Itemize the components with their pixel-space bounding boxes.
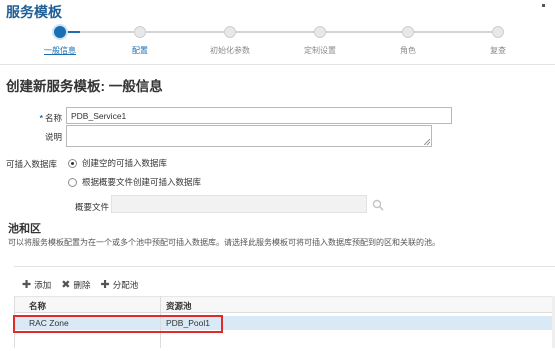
add-button[interactable]: ✚ 添加 (22, 279, 51, 291)
step-init-params[interactable]: 初始化参数 (185, 26, 275, 56)
description-textarea[interactable] (66, 125, 432, 147)
search-icon[interactable] (372, 199, 384, 211)
plus-icon: ✚ (22, 278, 32, 291)
radio-create-empty-pdb[interactable]: 创建空的可插入数据库 (68, 157, 167, 169)
window-dot (542, 4, 545, 7)
profile-label: 概要文件 (75, 202, 110, 212)
radio-button[interactable] (68, 177, 77, 187)
delete-button[interactable]: ✖ 删除 (61, 279, 90, 291)
page-title: 创建新服务模板: 一般信息 (6, 79, 163, 94)
name-input-value: PDB_Service1 (71, 111, 127, 121)
add-label: 添加 (34, 280, 52, 290)
assign-pool-button[interactable]: ✚ 分配池 (100, 279, 138, 291)
step-roles[interactable]: 角色 (363, 26, 453, 56)
step-label: 复查 (490, 46, 506, 55)
required-mark: * (39, 113, 43, 123)
table-header: 名称 资源池 (15, 296, 554, 313)
delete-label: 删除 (73, 280, 91, 290)
close-icon: ✖ (61, 278, 71, 291)
divider (14, 266, 555, 267)
page-header-title: 服务模板 (6, 4, 62, 20)
radio-create-from-profile[interactable]: 根据概要文件创建可插入数据库 (68, 176, 201, 188)
radio-label: 创建空的可插入数据库 (82, 158, 168, 168)
step-label: 定制设置 (304, 46, 336, 55)
pool-toolbar: ✚ 添加 ✖ 删除 ✚ 分配池 (22, 279, 138, 291)
step-general-info[interactable]: 一般信息 (15, 26, 105, 56)
description-label: 说明 (44, 132, 62, 142)
step-dot (54, 26, 66, 38)
radio-button[interactable] (68, 158, 77, 168)
column-header-name[interactable]: 名称 (29, 300, 46, 312)
step-dot (402, 26, 414, 38)
plus-icon: ✚ (100, 278, 110, 291)
step-label: 配置 (132, 46, 148, 55)
step-label: 初始化参数 (210, 46, 250, 55)
step-review[interactable]: 复查 (453, 26, 543, 56)
step-label: 一般信息 (44, 46, 76, 55)
train-stepper: 一般信息 配置 初始化参数 定制设置 角色 复查 (44, 26, 506, 58)
profile-input (111, 195, 367, 213)
column-header-pool[interactable]: 资源池 (166, 300, 192, 312)
step-dot (314, 26, 326, 38)
pdb-label: 可插入数据库 (6, 159, 58, 169)
assign-pool-label: 分配池 (112, 280, 139, 290)
radio-label: 根据概要文件创建可插入数据库 (82, 177, 202, 187)
section-description: 可以将服务模板配置为在一个或多个池中预配可插入数据库。请选择此服务模板可将可插入… (8, 238, 440, 247)
divider (0, 64, 555, 65)
name-input[interactable]: PDB_Service1 (66, 107, 452, 124)
step-dot (224, 26, 236, 38)
step-custom-settings[interactable]: 定制设置 (275, 26, 365, 56)
step-configuration[interactable]: 配置 (95, 26, 185, 56)
resize-grip[interactable] (424, 139, 430, 145)
step-dot (134, 26, 146, 38)
name-label: * 名称 (20, 112, 62, 124)
name-label-text: 名称 (44, 113, 62, 123)
step-dot (492, 26, 504, 38)
step-label: 角色 (400, 46, 416, 55)
section-title-pools: 池和区 (8, 223, 41, 235)
highlight-annotation-box (13, 315, 223, 333)
